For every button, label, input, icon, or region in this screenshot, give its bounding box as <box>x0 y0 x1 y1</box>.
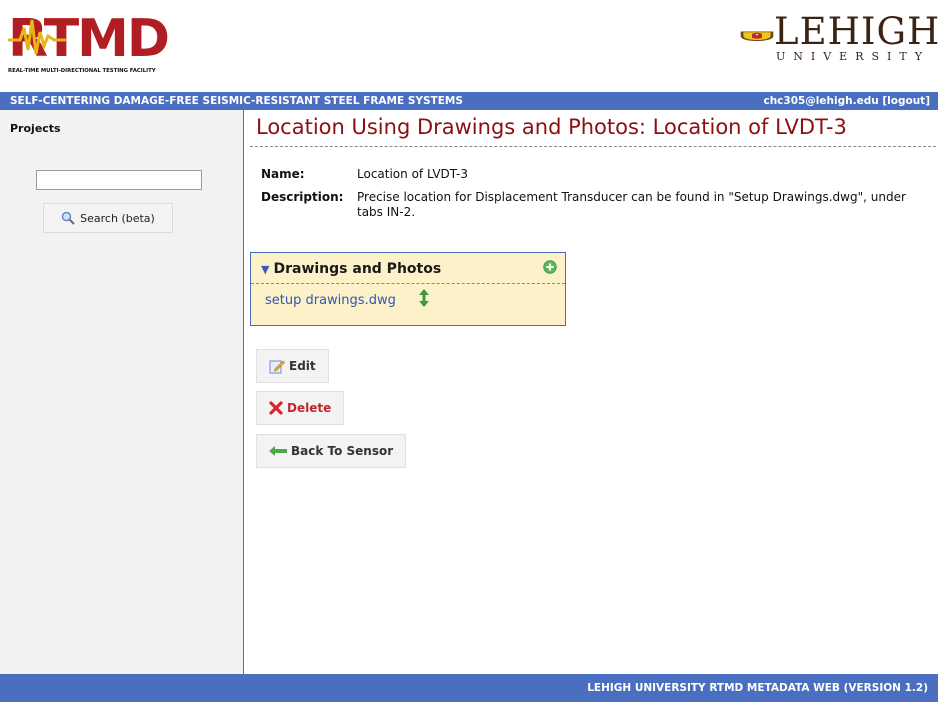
edit-button-label: Edit <box>289 359 316 373</box>
file-link[interactable]: setup drawings.dwg <box>265 293 396 308</box>
name-label: Name: <box>261 167 305 181</box>
add-icon[interactable] <box>543 260 557 274</box>
reorder-arrows-icon[interactable] <box>419 289 429 307</box>
sidebar: Projects Search (beta) <box>0 110 244 674</box>
description-value: Precise location for Displacement Transd… <box>357 190 906 219</box>
description-label-row: Description: <box>261 190 357 204</box>
search-input[interactable] <box>36 170 202 190</box>
footer-bar: LEHIGH UNIVERSITY RTMD METADATA WEB (VER… <box>0 674 938 702</box>
sidebar-heading: Projects <box>10 122 61 135</box>
panel-header[interactable]: ▼ Drawings and Photos <box>251 253 565 284</box>
description-label: Description: <box>261 190 344 204</box>
back-button-label: Back To Sensor <box>291 444 394 458</box>
lehigh-shield-icon[interactable] <box>740 14 774 58</box>
name-value: Location of LVDT-3 <box>357 167 468 181</box>
page-header: RTMD REAL-TIME MULTI-DIRECTIONAL TESTING… <box>0 0 938 92</box>
rtmd-logo[interactable]: RTMD REAL-TIME MULTI-DIRECTIONAL TESTING… <box>6 10 174 74</box>
footer-text: LEHIGH UNIVERSITY RTMD METADATA WEB (VER… <box>587 682 928 694</box>
title-divider <box>250 146 936 147</box>
panel-title: Drawings and Photos <box>273 261 442 277</box>
page-title: Location Using Drawings and Photos: Loca… <box>256 115 847 139</box>
lehigh-wordmark: LEHIGH <box>774 10 938 53</box>
collapse-triangle-icon[interactable]: ▼ <box>261 263 269 276</box>
university-wordmark: UNIVERSITY <box>776 50 930 63</box>
project-title-bar: SELF-CENTERING DAMAGE-FREE SEISMIC-RESIS… <box>0 92 938 110</box>
project-name: SELF-CENTERING DAMAGE-FREE SEISMIC-RESIS… <box>10 95 463 107</box>
edit-button[interactable]: Edit <box>256 349 329 383</box>
delete-button-label: Delete <box>287 401 332 415</box>
panel-title-row: ▼ Drawings and Photos <box>261 261 441 277</box>
search-button-label: Search (beta) <box>80 211 155 225</box>
rtmd-logo-lettering: RTMD <box>8 10 168 69</box>
delete-x-icon <box>269 401 283 415</box>
magnifier-icon <box>61 211 75 225</box>
back-arrow-icon <box>269 446 287 456</box>
search-button[interactable]: Search (beta) <box>43 203 173 233</box>
rtmd-logo-subtitle: REAL-TIME MULTI-DIRECTIONAL TESTING FACI… <box>8 68 156 74</box>
drawings-photos-panel: ▼ Drawings and Photos setup drawings.dwg <box>250 252 566 326</box>
user-logout-link[interactable]: chc305@lehigh.edu [logout] <box>763 95 930 107</box>
delete-button[interactable]: Delete <box>256 391 345 425</box>
edit-icon <box>269 360 285 374</box>
back-to-sensor-button[interactable]: Back To Sensor <box>256 434 407 468</box>
name-row: Name: Location of LVDT-3 <box>261 167 468 181</box>
